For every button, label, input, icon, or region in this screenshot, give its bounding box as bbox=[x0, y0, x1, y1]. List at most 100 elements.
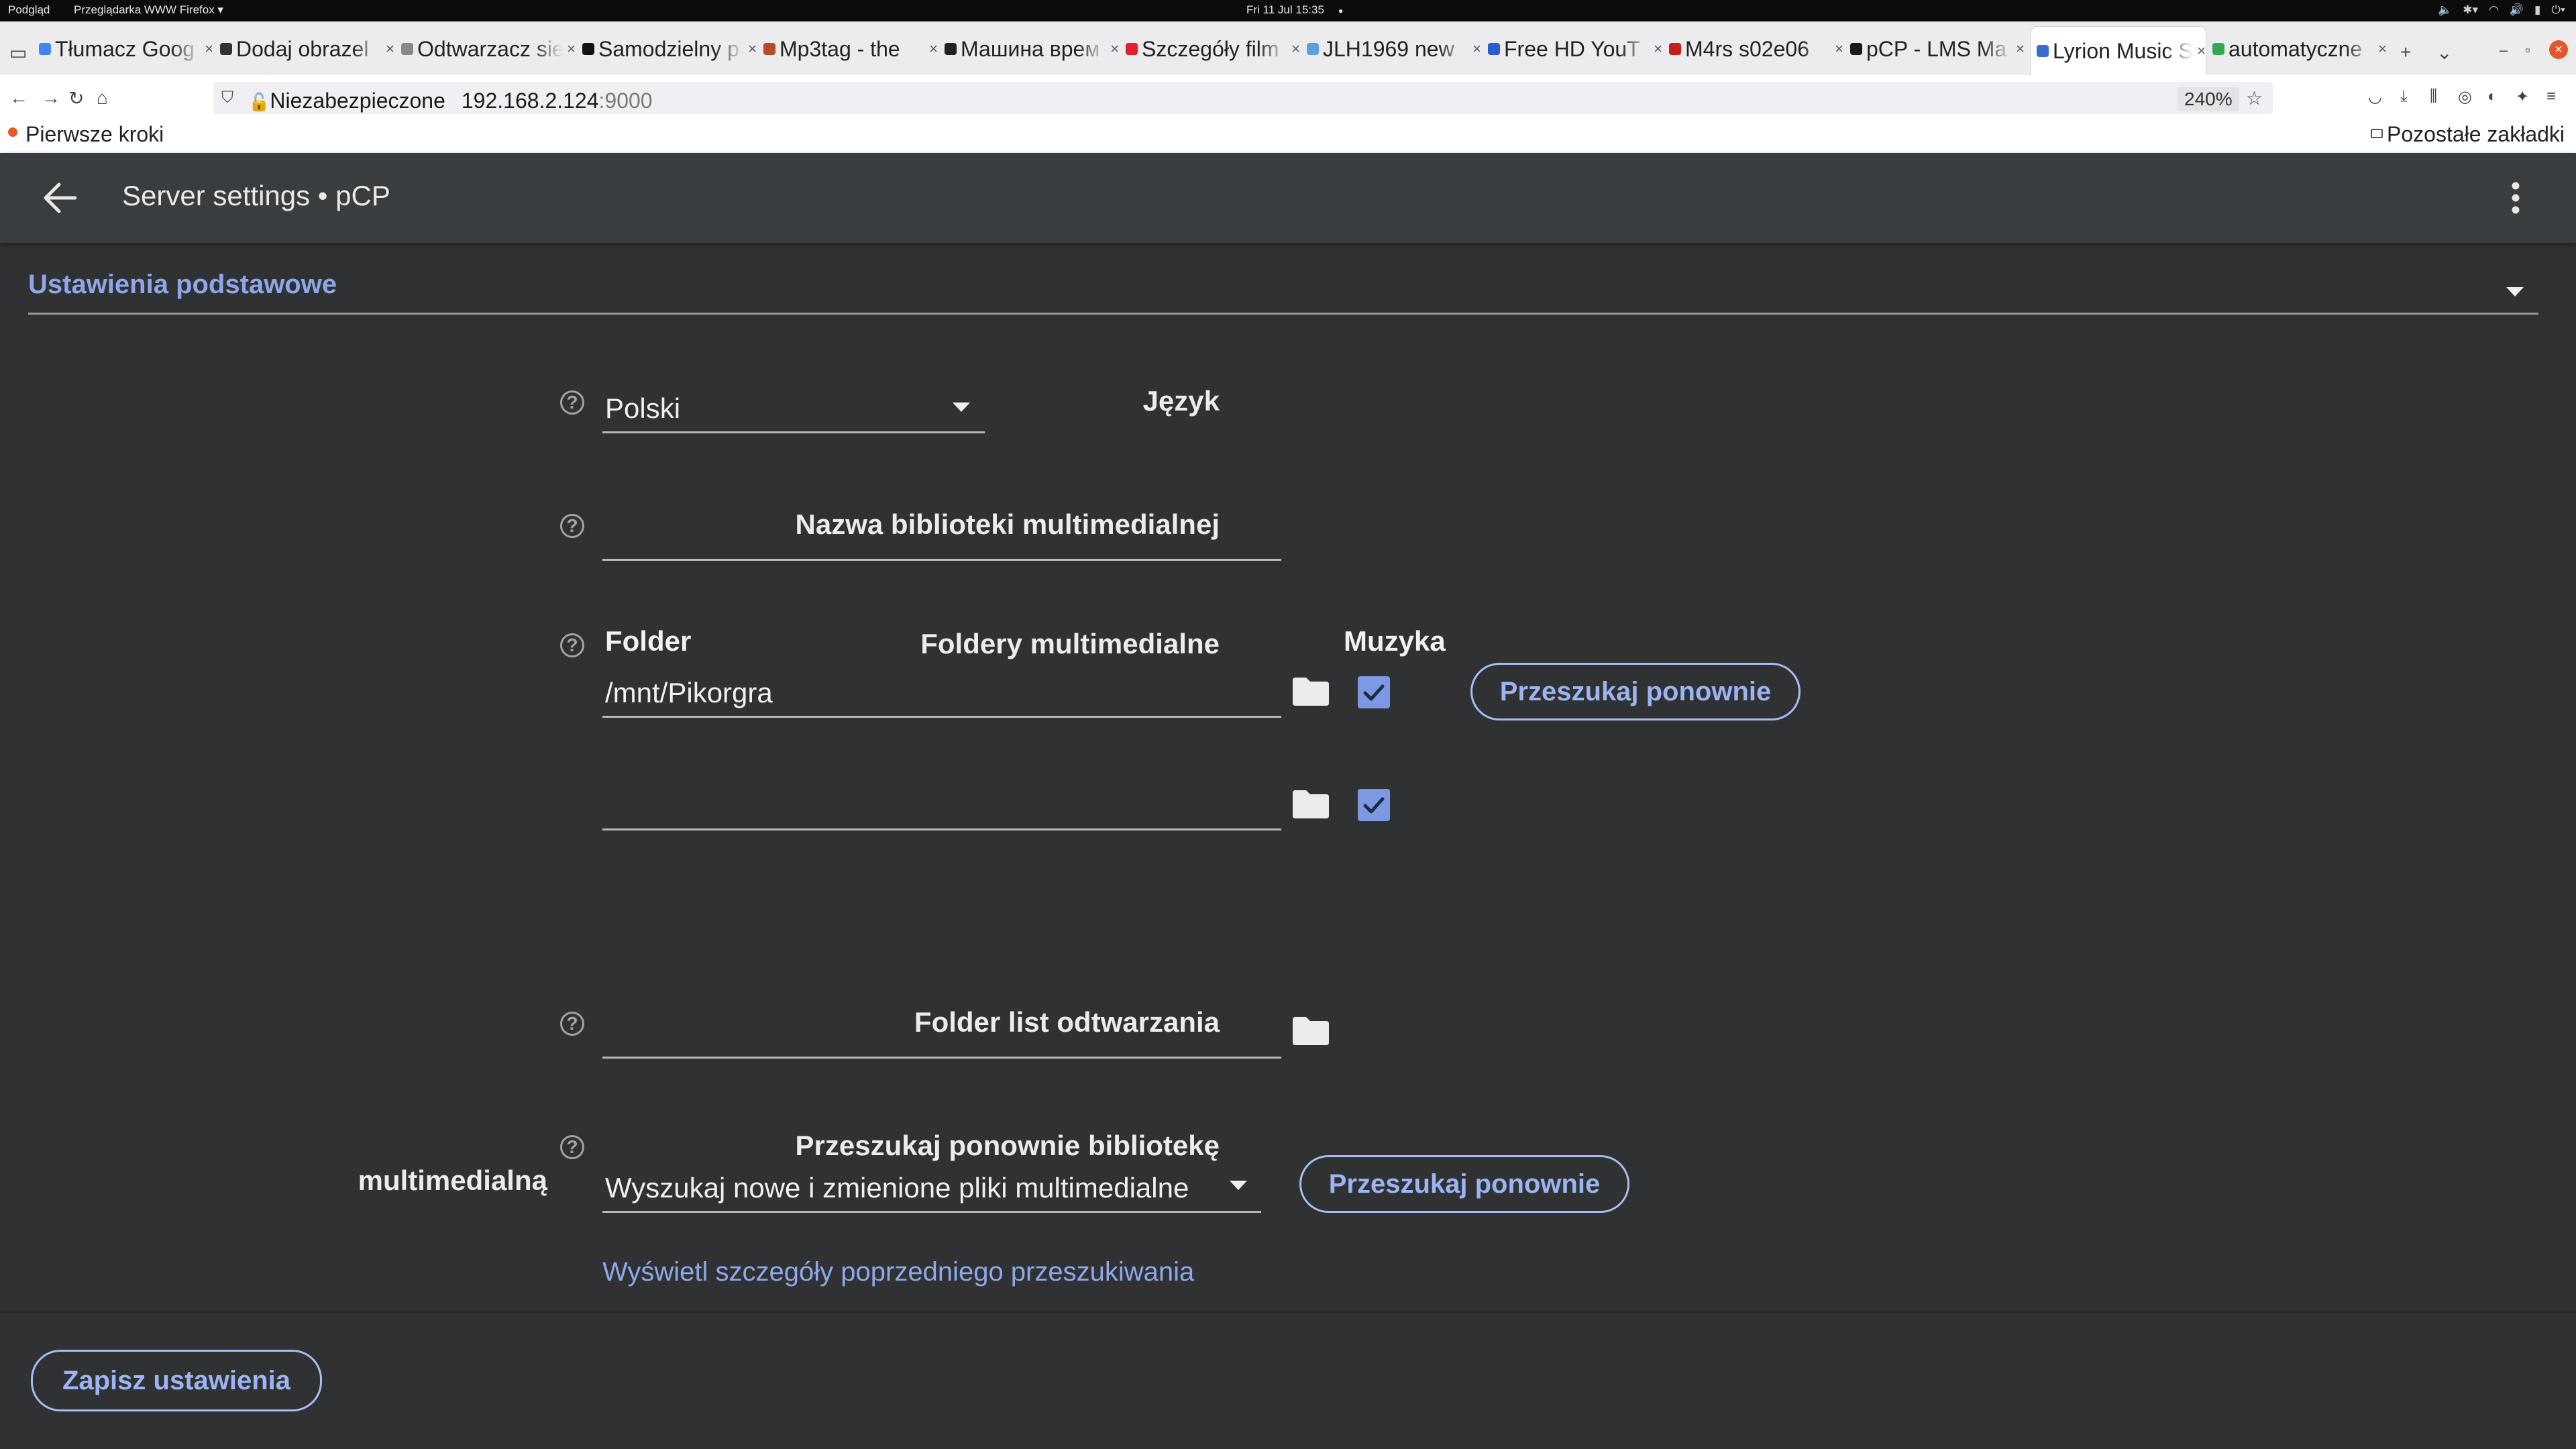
download-icon[interactable]: ⤓ bbox=[2400, 87, 2408, 106]
firefox-bookmark-icon bbox=[8, 127, 17, 137]
tab-close-icon[interactable]: × bbox=[2197, 42, 2206, 60]
page-title: Server settings • pCP bbox=[122, 180, 390, 211]
tab-favicon-icon bbox=[2212, 43, 2224, 55]
window-close-button[interactable]: × bbox=[2549, 40, 2568, 59]
section-title[interactable]: Ustawienia podstawowe bbox=[28, 270, 337, 300]
browser-tab[interactable]: JLH1969 new × bbox=[1307, 31, 1481, 67]
browser-tab[interactable]: Машина врем × bbox=[945, 31, 1119, 67]
zoom-level[interactable]: 240% bbox=[2178, 87, 2239, 111]
help-icon[interactable]: ? bbox=[560, 1135, 584, 1159]
volume-icon[interactable]: 🔈 bbox=[2438, 3, 2452, 17]
tab-title: Samodzielny p bbox=[598, 36, 739, 61]
folder-icon[interactable] bbox=[1291, 676, 1330, 707]
folder-icon[interactable] bbox=[1291, 789, 1330, 820]
browser-tab[interactable]: automatyczne × bbox=[2212, 31, 2387, 67]
browser-tab[interactable]: Tłumacz Goog × bbox=[39, 31, 213, 67]
rescan-mode-select[interactable]: Wyszukaj nowe i zmienione pliki multimed… bbox=[602, 1152, 1261, 1213]
sync-icon[interactable]: ◎ bbox=[2458, 87, 2472, 107]
puzzle-icon[interactable]: ✦ bbox=[2516, 87, 2529, 107]
wifi-icon[interactable]: ◠ bbox=[2489, 3, 2499, 17]
library-icon[interactable]: ⫼ bbox=[2430, 87, 2437, 106]
tab-close-icon[interactable]: × bbox=[748, 40, 757, 58]
media-folder-input-2[interactable] bbox=[602, 770, 1281, 830]
shield-icon[interactable]: ⛉ bbox=[221, 89, 233, 107]
tab-close-icon[interactable]: × bbox=[2378, 40, 2387, 58]
save-settings-button[interactable]: Zapisz ustawienia bbox=[31, 1350, 322, 1411]
tab-title: JLH1969 new bbox=[1323, 36, 1454, 61]
os-browser-menu[interactable]: Przeglądarka WWW Firefox ▾ bbox=[74, 3, 223, 17]
tab-close-icon[interactable]: × bbox=[1654, 40, 1662, 58]
os-clock[interactable]: Fri 11 Jul 15:35 bbox=[1246, 3, 1324, 17]
rescan-details-link[interactable]: Wyświetl szczegóły poprzedniego przeszuk… bbox=[602, 1257, 1194, 1287]
tab-close-icon[interactable]: × bbox=[1291, 40, 1300, 58]
more-vert-icon[interactable] bbox=[2509, 181, 2522, 215]
rescan-library-label-line2: multimedialną bbox=[358, 1165, 547, 1196]
tab-favicon-icon bbox=[582, 43, 594, 55]
battery-icon[interactable]: ▮ bbox=[2534, 3, 2540, 17]
help-icon[interactable]: ? bbox=[560, 514, 584, 538]
browser-tab[interactable]: Lyrion Music S × bbox=[2031, 27, 2206, 75]
reload-icon[interactable]: ↻ bbox=[68, 87, 84, 109]
tab-close-icon[interactable]: × bbox=[929, 40, 938, 58]
playlist-folder-input[interactable] bbox=[602, 998, 1281, 1059]
tab-close-icon[interactable]: × bbox=[1472, 40, 1481, 58]
power-icon[interactable]: ⏻▾ bbox=[2551, 3, 2565, 17]
folder-icon[interactable] bbox=[1291, 1016, 1330, 1046]
help-icon[interactable]: ? bbox=[560, 390, 584, 415]
tab-close-icon[interactable]: × bbox=[2016, 40, 2025, 58]
bluetooth-icon[interactable]: ✱▾ bbox=[2463, 3, 2478, 17]
url-text[interactable]: 🔓Niezabezpieczone 192.168.2.124:9000 bbox=[248, 89, 653, 113]
extension-icon[interactable]: ◐ bbox=[2487, 87, 2498, 106]
tab-favicon-icon bbox=[1669, 43, 1681, 55]
media-folder-input-1[interactable]: /mnt/Pikorgra bbox=[602, 657, 1281, 718]
browser-tab[interactable]: Odtwarzacz sie × bbox=[401, 31, 576, 67]
tab-title: Dodaj obrazel bbox=[236, 36, 369, 61]
window-maximize-button[interactable]: ▫ bbox=[2525, 42, 2530, 59]
tab-title: Машина врем bbox=[961, 36, 1100, 61]
language-label: Język bbox=[1142, 385, 1220, 417]
rescan-folder-button[interactable]: Przeszukaj ponownie bbox=[1470, 663, 1801, 720]
tab-title: pCP - LMS Ma bbox=[1866, 36, 2007, 61]
section-collapse-icon[interactable] bbox=[2506, 287, 2524, 297]
tab-close-icon[interactable]: × bbox=[386, 40, 394, 58]
browser-tab[interactable]: Samodzielny p × bbox=[582, 31, 757, 67]
new-tab-button[interactable]: + bbox=[2400, 42, 2411, 63]
help-icon[interactable]: ? bbox=[560, 1012, 584, 1036]
rescan-library-button[interactable]: Przeszukaj ponownie bbox=[1299, 1155, 1629, 1213]
browser-tab[interactable]: Free HD YouT × bbox=[1488, 31, 1662, 67]
tab-favicon-icon bbox=[1307, 43, 1319, 55]
tab-favicon-icon bbox=[945, 43, 957, 55]
insecure-lock-icon: 🔓 bbox=[248, 92, 270, 112]
forward-arrow-icon[interactable]: → bbox=[42, 87, 60, 109]
browser-tab[interactable]: M4rs s02e06 × bbox=[1669, 31, 1843, 67]
browser-tab[interactable]: pCP - LMS Ma × bbox=[1850, 31, 2025, 67]
browser-tab[interactable]: Szczegóły film × bbox=[1126, 31, 1300, 67]
music-checkbox-1[interactable] bbox=[1358, 676, 1390, 708]
tabs-overflow-chevron-icon[interactable]: ⌄ bbox=[2436, 42, 2452, 64]
browser-tab[interactable]: Mp3tag - the × bbox=[763, 31, 938, 67]
home-icon[interactable]: ⌂ bbox=[97, 87, 108, 109]
back-arrow-icon[interactable] bbox=[42, 181, 76, 215]
os-top-bar: Podgląd Przeglądarka WWW Firefox ▾ Fri 1… bbox=[0, 0, 2576, 21]
help-icon[interactable]: ? bbox=[560, 633, 584, 657]
language-select[interactable]: Polski bbox=[602, 376, 985, 433]
tab-title: Lyrion Music S bbox=[2053, 38, 2193, 63]
tab-close-icon[interactable]: × bbox=[1110, 40, 1119, 58]
bookmark-star-icon[interactable]: ☆ bbox=[2246, 87, 2263, 109]
tab-close-icon[interactable]: × bbox=[205, 40, 213, 58]
tab-close-icon[interactable]: × bbox=[1835, 40, 1843, 58]
tab-title: Szczegóły film bbox=[1142, 36, 1279, 61]
pocket-icon[interactable]: ◡ bbox=[2368, 87, 2382, 107]
os-tray[interactable]: 🔈 ✱▾ ◠ 🔊 ▮ ⏻▾ bbox=[2438, 3, 2565, 17]
tab-list-icon[interactable]: ▭ bbox=[9, 42, 27, 64]
tab-close-icon[interactable]: × bbox=[567, 40, 576, 58]
menu-icon[interactable]: ≡ bbox=[2546, 87, 2556, 106]
library-name-input[interactable] bbox=[602, 500, 1281, 561]
bookmark-first-steps[interactable]: Pierwsze kroki bbox=[25, 122, 164, 147]
speaker-icon[interactable]: 🔊 bbox=[2510, 3, 2524, 17]
back-arrow-icon[interactable]: ← bbox=[9, 87, 28, 109]
music-checkbox-2[interactable] bbox=[1358, 789, 1390, 821]
window-minimize-button[interactable]: – bbox=[2500, 42, 2508, 59]
browser-tab[interactable]: Dodaj obrazel × bbox=[220, 31, 394, 67]
bookmark-other[interactable]: Pozostałe zakładki bbox=[2387, 122, 2565, 147]
